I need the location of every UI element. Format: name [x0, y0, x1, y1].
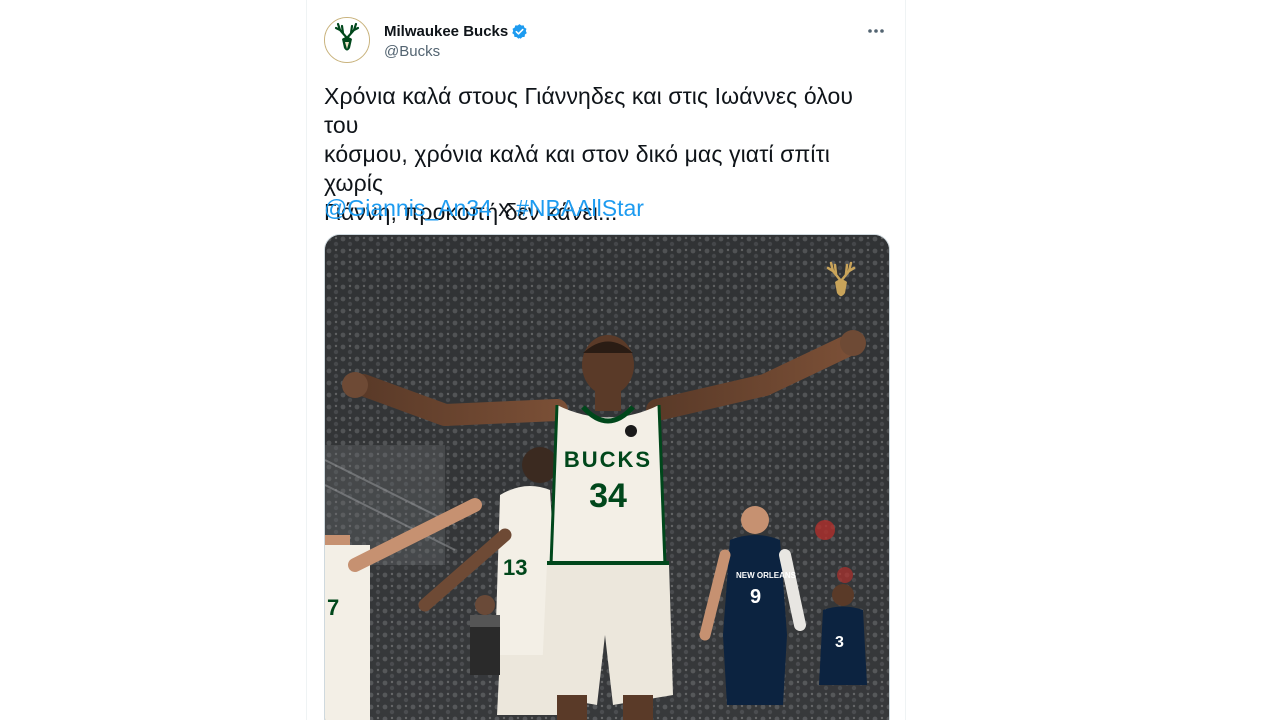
- display-name[interactable]: Milwaukee Bucks: [384, 22, 508, 41]
- separator-text: x: [498, 195, 510, 221]
- name-row: Milwaukee Bucks: [384, 22, 528, 41]
- opponent-lettering: NEW ORLEANS: [736, 571, 797, 580]
- opponent-number-2: 3: [835, 634, 844, 651]
- photo-illustration: 7 13 NEW ORLEANS 9 3 BUCKS 34: [325, 235, 889, 720]
- verified-badge-icon: [512, 24, 528, 39]
- tweet-card[interactable]: Milwaukee Bucks @Bucks Χρόνια καλά στους…: [306, 0, 906, 720]
- tweet-text-line-1: Χρόνια καλά στους Γιάννηδες και στις Ιωά…: [324, 83, 854, 138]
- hashtag-link[interactable]: #NBAAllStar: [516, 195, 644, 221]
- teammate-number-2: 7: [327, 595, 339, 620]
- avatar[interactable]: [324, 17, 370, 63]
- more-horizontal-icon: [868, 29, 884, 33]
- author-block: Milwaukee Bucks @Bucks: [384, 22, 528, 61]
- tweet-media-photo[interactable]: 7 13 NEW ORLEANS 9 3 BUCKS 34: [324, 234, 890, 720]
- tweet-links: @Giannis_An34 x #NBAAllStar: [324, 194, 644, 223]
- jersey-number: 34: [589, 477, 627, 515]
- opponent-number-1: 9: [750, 586, 761, 608]
- tweet-text-line-2: κόσμου, χρόνια καλά και στον δικό μας γι…: [324, 141, 830, 196]
- page: Milwaukee Bucks @Bucks Χρόνια καλά στους…: [0, 0, 1280, 720]
- jersey-lettering: BUCKS: [564, 447, 652, 472]
- teammate-number-1: 13: [503, 555, 527, 580]
- tweet-header: Milwaukee Bucks @Bucks: [324, 17, 890, 67]
- bucks-deer-logo-icon: [325, 18, 369, 62]
- handle[interactable]: @Bucks: [384, 42, 528, 61]
- more-options-button[interactable]: [862, 21, 890, 41]
- mention-link[interactable]: @Giannis_An34: [324, 195, 492, 221]
